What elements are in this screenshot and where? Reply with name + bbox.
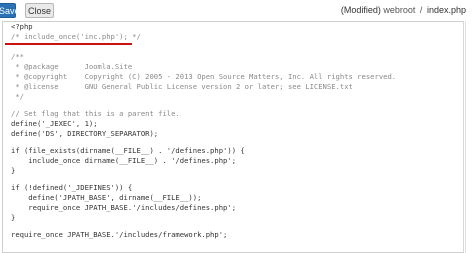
close-button[interactable]: Close	[25, 3, 54, 18]
code-line-16: }	[11, 166, 16, 175]
editor-scrollbar[interactable]	[465, 21, 474, 253]
code-line-2: /* include_once('inc.php'); */	[11, 32, 141, 41]
code-line-14: if (file_exists(dirname(__FILE__) . '/de…	[11, 146, 245, 155]
code-line-23: require_once JPATH_BASE.'/includes/frame…	[11, 230, 228, 239]
highlight-underline	[5, 43, 132, 45]
folder-name: webroot	[383, 5, 416, 15]
code-line-1: <?php	[11, 22, 33, 31]
code-line-4: /**	[11, 52, 24, 61]
code-line-8: */	[11, 92, 24, 101]
code-line-19: define('JPATH_BASE', dirname(__FILE__));	[11, 193, 202, 202]
code-line-11: define('_JEXEC', 1);	[11, 119, 98, 128]
code-editor[interactable]: <?php /* include_once('inc.php'); */ /**…	[2, 21, 464, 253]
code-line-6: * @copyright Copyright (C) 2005 - 2013 O…	[11, 72, 397, 81]
code-line-7: * @license GNU General Public License ve…	[11, 82, 353, 91]
file-path-info: (Modified) webroot / index.php	[341, 4, 466, 16]
editor-toolbar: Save Close (Modified) webroot / index.ph…	[0, 0, 474, 20]
code-line-5: * @package Joomla.Site	[11, 62, 133, 71]
code-line-18: if (!defined('_JDEFINES')) {	[11, 183, 133, 192]
path-separator: /	[419, 5, 423, 15]
code-line-12: define('DS', DIRECTORY_SEPARATOR);	[11, 129, 159, 138]
modified-status: (Modified)	[340, 5, 381, 15]
save-button[interactable]: Save	[0, 3, 20, 18]
file-name: index.php	[426, 5, 466, 15]
code-line-21: }	[11, 213, 16, 222]
code-line-15: include_once dirname(__FILE__) . '/defin…	[11, 156, 237, 165]
code-line-10: // Set flag that this is a parent file.	[11, 109, 180, 118]
code-line-20: require_once JPATH_BASE.'/includes/defin…	[11, 203, 237, 212]
